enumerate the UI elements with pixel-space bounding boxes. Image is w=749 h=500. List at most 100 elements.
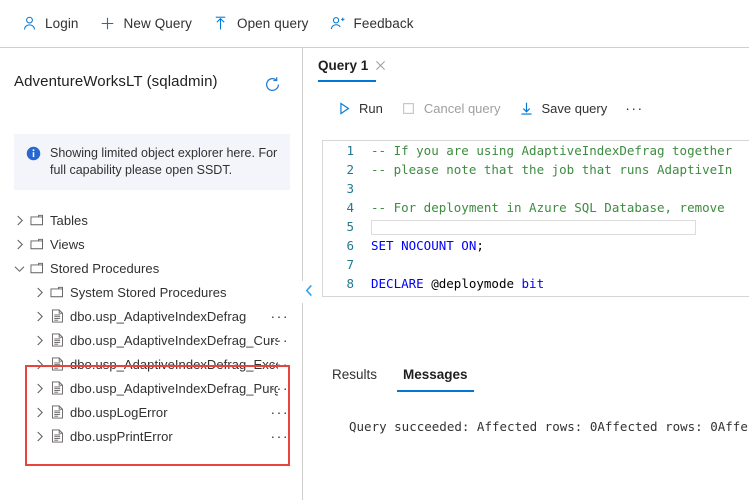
chevron-right-icon[interactable] (31, 308, 47, 324)
command-new-query[interactable]: New Query (91, 8, 200, 40)
folder-icon (29, 212, 45, 228)
code-text (363, 219, 696, 235)
tree-node-label: dbo.usp_AdaptiveIndexDefrag_Exceptions (70, 356, 278, 372)
code-text: SET NOCOUNT ON; (363, 238, 484, 253)
azure-query-editor-app: Login New Query Open query Feedback Adve… (0, 0, 749, 500)
cancel-query-button-label: Cancel query (423, 100, 501, 116)
command-open-query[interactable]: Open query (204, 8, 317, 40)
tree-node[interactable]: dbo.usp_AdaptiveIndexDefrag_Exceptions··… (0, 352, 302, 376)
code-token: -- If you are using AdaptiveIndexDefrag … (371, 143, 733, 158)
code-line: 5 (323, 217, 749, 236)
info-banner-text: Showing limited object explorer here. Fo… (50, 146, 278, 177)
tree-node-more-button[interactable]: ··· (271, 352, 290, 376)
command-feedback[interactable]: Feedback (321, 8, 422, 40)
tree-node[interactable]: Tables (0, 208, 302, 232)
tree-node-label: Stored Procedures (50, 260, 160, 276)
tree-node[interactable]: dbo.uspPrintError ··· (0, 424, 302, 448)
tree-node[interactable]: Views (0, 232, 302, 256)
stop-icon (401, 100, 417, 116)
save-query-button[interactable]: Save query (512, 94, 613, 122)
chevron-right-icon[interactable] (31, 404, 47, 420)
results-tab-label: Messages (403, 366, 468, 382)
command-feedback-label: Feedback (353, 16, 414, 31)
refresh-button[interactable] (258, 73, 286, 101)
results-tab-underline (397, 390, 474, 392)
code-token: -- For deployment in Azure SQL Database,… (371, 200, 725, 215)
tree-node-more-button[interactable]: ··· (271, 376, 290, 400)
cancel-query-button: Cancel query (395, 94, 507, 122)
info-banner: Showing limited object explorer here. Fo… (14, 134, 290, 190)
tree-node[interactable]: dbo.usp_AdaptiveIndexDefrag_PurgeLogs··· (0, 376, 302, 400)
command-new-query-label: New Query (123, 16, 192, 31)
folder-icon (49, 284, 65, 300)
query-more-button[interactable]: ··· (619, 94, 650, 122)
tree-node-label: Views (50, 236, 85, 252)
code-line: 2 -- please note that the job that runs A… (323, 160, 749, 179)
tree-node[interactable]: System Stored Procedures (0, 280, 302, 304)
tab-query-1[interactable]: Query 1 (304, 48, 393, 82)
code-text: DECLARE @deploymode bit (363, 276, 544, 291)
query-tabstrip: Query 1 (304, 48, 749, 83)
chevron-right-icon[interactable] (31, 380, 47, 396)
chevron-right-icon[interactable] (11, 212, 27, 228)
user-icon (20, 15, 38, 33)
sql-code-editor[interactable]: 1 -- If you are using AdaptiveIndexDefrag… (322, 140, 749, 297)
tree-node[interactable]: dbo.uspLogError ··· (0, 400, 302, 424)
tree-node[interactable]: Stored Procedures (0, 256, 302, 280)
tree-node-more-button[interactable]: ··· (271, 328, 290, 352)
tree-node[interactable]: dbo.usp_AdaptiveIndexDefrag_Cursor ··· (0, 328, 302, 352)
line-number: 5 (346, 219, 354, 234)
tree-node-more-button[interactable]: ··· (271, 400, 290, 424)
chevron-right-icon[interactable] (11, 236, 27, 252)
code-token: SET NOCOUNT ON (371, 238, 477, 253)
object-tree: Tables Views Stored Procedures System Store… (0, 208, 302, 448)
script-icon (49, 380, 65, 396)
script-icon (49, 332, 65, 348)
code-line: 8 DECLARE @deploymode bit (323, 274, 749, 293)
tree-node[interactable]: dbo.usp_AdaptiveIndexDefrag ··· (0, 304, 302, 328)
play-icon (336, 100, 352, 116)
run-button[interactable]: Run (330, 94, 389, 122)
command-login[interactable]: Login (12, 8, 87, 40)
results-tab-results[interactable]: Results (322, 360, 387, 388)
object-explorer-pane: AdventureWorksLT (sqladmin) Showing limi… (0, 48, 303, 500)
info-icon (26, 146, 41, 161)
tree-node-label: Tables (50, 212, 88, 228)
tree-node-more-button[interactable]: ··· (271, 424, 290, 448)
tree-node-label: System Stored Procedures (70, 284, 227, 300)
script-icon (49, 428, 65, 444)
results-tab-messages[interactable]: Messages (393, 360, 478, 392)
tree-node-label: dbo.usp_AdaptiveIndexDefrag_PurgeLogs (70, 380, 278, 396)
line-number: 2 (346, 162, 354, 177)
code-line: 1 -- If you are using AdaptiveIndexDefrag… (323, 141, 749, 160)
close-icon[interactable] (373, 58, 387, 72)
script-icon (49, 404, 65, 420)
editor-cursor-line[interactable] (371, 219, 696, 235)
tab-query-1-label: Query 1 (318, 57, 369, 73)
code-text: -- If you are using AdaptiveIndexDefrag … (363, 143, 732, 158)
refresh-icon (263, 75, 282, 99)
tree-node-label: dbo.uspPrintError (70, 428, 173, 444)
script-icon (49, 308, 65, 324)
chevron-right-icon[interactable] (31, 428, 47, 444)
line-number: 7 (346, 257, 354, 272)
line-number: 1 (346, 143, 354, 158)
results-tab-label: Results (332, 366, 378, 382)
tree-node-label: dbo.usp_AdaptiveIndexDefrag (70, 308, 247, 324)
chevron-right-icon[interactable] (31, 284, 47, 300)
folder-icon (29, 236, 45, 252)
code-token: -- please note that the job that runs Ad… (371, 162, 733, 177)
chevron-down-icon[interactable] (11, 260, 27, 276)
messages-output: Query succeeded: Affected rows: 0Affecte… (349, 419, 749, 434)
save-query-button-label: Save query (541, 100, 608, 116)
pane-collapse-handle[interactable] (302, 281, 316, 303)
download-icon (518, 100, 534, 116)
chevron-right-icon[interactable] (31, 332, 47, 348)
chevron-right-icon[interactable] (31, 356, 47, 372)
line-number: 8 (346, 276, 354, 291)
line-number: 6 (346, 238, 354, 253)
tree-node-more-button[interactable]: ··· (271, 304, 290, 328)
plus-icon (99, 15, 117, 33)
code-token: @deploymode (431, 276, 522, 291)
code-line: 3 (323, 179, 749, 198)
